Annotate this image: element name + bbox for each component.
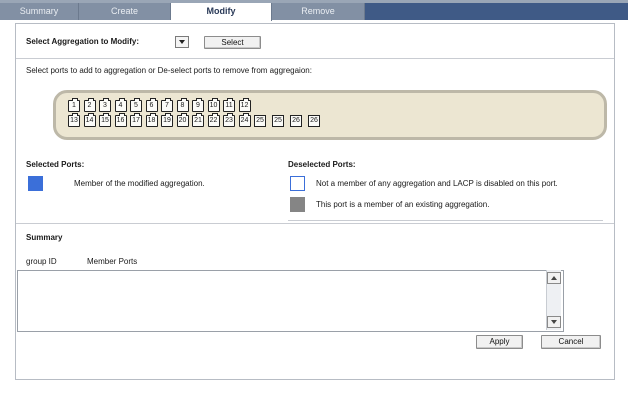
tab-create[interactable]: Create — [79, 3, 171, 20]
summary-title: Summary — [26, 233, 63, 242]
cancel-button[interactable]: Cancel — [541, 335, 601, 349]
port-selection-panel: 1 2 3 4 5 6 7 8 9 10 11 12 13 14 15 16 17 18 19 20 21 22 23 24… — [53, 90, 607, 140]
port-25[interactable]: 25 — [272, 115, 284, 127]
select-button[interactable]: Select — [204, 36, 261, 49]
port-14[interactable]: 14 — [83, 113, 96, 127]
scroll-up-icon — [551, 276, 557, 280]
selected-ports-desc: Member of the modified aggregation. — [74, 179, 205, 188]
select-aggregation-label: Select Aggregation to Modify: — [26, 37, 140, 46]
apply-button[interactable]: Apply — [476, 335, 523, 349]
tab-bar: Summary Create Modify Remove — [0, 3, 628, 21]
column-header-member-ports: Member Ports — [87, 257, 138, 266]
chevron-down-icon — [179, 40, 185, 44]
modify-aggregation-panel: Select Aggregation to Modify: Select Sel… — [15, 23, 615, 380]
port-19[interactable]: 19 — [161, 113, 173, 127]
tab-bar-filler — [365, 3, 628, 20]
port-17[interactable]: 17 — [130, 113, 142, 127]
port-6[interactable]: 6 — [145, 98, 158, 112]
column-header-group-id: group ID — [26, 257, 57, 266]
port-16[interactable]: 16 — [114, 113, 127, 127]
divider — [288, 220, 603, 221]
tab-summary[interactable]: Summary — [0, 3, 79, 20]
port-4[interactable]: 4 — [114, 98, 127, 112]
selected-port-swatch — [28, 176, 43, 191]
tab-modify[interactable]: Modify — [171, 3, 272, 21]
port-7[interactable]: 7 — [161, 98, 173, 112]
port-15[interactable]: 15 — [99, 113, 111, 127]
port-26[interactable]: 26 — [308, 115, 320, 127]
port-25[interactable]: 25 — [254, 115, 266, 127]
divider — [16, 58, 614, 59]
deselected-ports-title: Deselected Ports: — [288, 160, 356, 169]
scroll-down-icon — [551, 320, 557, 324]
deselected-port-swatch-unassigned — [290, 176, 305, 191]
port-24[interactable]: 24 — [238, 113, 251, 127]
port-12[interactable]: 12 — [238, 98, 251, 112]
port-20[interactable]: 20 — [176, 113, 189, 127]
summary-scrollbar[interactable] — [546, 270, 561, 330]
port-26[interactable]: 26 — [290, 115, 302, 127]
port-8[interactable]: 8 — [176, 98, 189, 112]
deselected-port-swatch-member — [290, 197, 305, 212]
port-22[interactable]: 22 — [207, 113, 220, 127]
port-10[interactable]: 10 — [207, 98, 220, 112]
port-23[interactable]: 23 — [223, 113, 235, 127]
aggregation-dropdown[interactable] — [175, 36, 189, 48]
port-9[interactable]: 9 — [192, 98, 204, 112]
deselected-ports-desc-member: This port is a member of an existing agg… — [316, 200, 490, 209]
divider — [16, 223, 614, 224]
port-18[interactable]: 18 — [145, 113, 158, 127]
scroll-down-button[interactable] — [547, 316, 561, 328]
instructions-text: Select ports to add to aggregation or De… — [26, 66, 312, 75]
scroll-up-button[interactable] — [547, 272, 561, 284]
port-2[interactable]: 2 — [83, 98, 96, 112]
summary-list[interactable] — [17, 270, 564, 332]
selected-ports-title: Selected Ports: — [26, 160, 85, 169]
port-21[interactable]: 21 — [192, 113, 204, 127]
tab-remove[interactable]: Remove — [272, 3, 365, 20]
port-5[interactable]: 5 — [130, 98, 142, 112]
port-1[interactable]: 1 — [68, 98, 80, 112]
deselected-ports-desc-unassigned: Not a member of any aggregation and LACP… — [316, 179, 558, 188]
port-11[interactable]: 11 — [223, 98, 235, 112]
port-13[interactable]: 13 — [68, 113, 80, 127]
port-3[interactable]: 3 — [99, 98, 111, 112]
